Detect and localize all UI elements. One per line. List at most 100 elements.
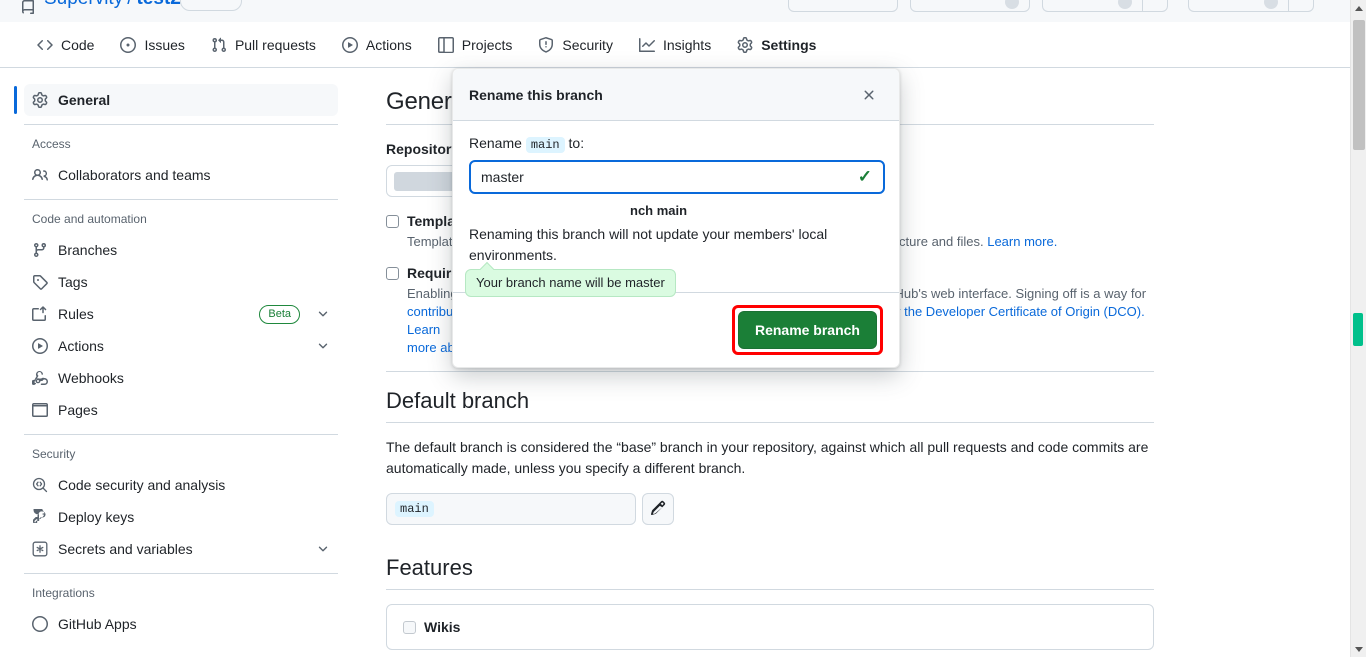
graph-icon (638, 37, 655, 53)
table-icon (437, 36, 454, 53)
chevron-down-icon[interactable] (316, 542, 330, 556)
sidebar-item-tags[interactable]: Tags (24, 266, 338, 298)
rename-branch-field-label: Rename main to: (469, 135, 883, 153)
sidebar-item-actions-label: Actions (58, 338, 104, 354)
rename-branch-submit-button[interactable]: Rename branch (737, 311, 877, 349)
tab-code[interactable]: Code (28, 31, 103, 59)
sidebar-item-collaborators-label: Collaborators and teams (58, 167, 211, 183)
repo-book-icon (20, 0, 36, 14)
repo-name[interactable]: test2 (136, 0, 180, 9)
rename-branch-dialog-title: Rename this branch (469, 86, 603, 103)
sidebar-item-deploy-keys[interactable]: Deploy keys (24, 501, 338, 533)
rename-branch-input[interactable] (469, 160, 885, 194)
default-branch-display: main (386, 493, 636, 525)
sidebar-item-github-apps-label: GitHub Apps (58, 616, 137, 632)
tab-insights-label: Insights (662, 36, 712, 53)
rename-branch-dialog: Rename this branch Rename main to: ✓ You… (452, 68, 900, 368)
page-scrollbar[interactable] (1350, 0, 1366, 657)
tab-projects-label: Projects (461, 36, 513, 53)
scrollbar-thumb[interactable] (1353, 20, 1365, 150)
sidebar-item-general[interactable]: General (14, 84, 338, 116)
rename-branch-button-highlight: Rename branch (731, 305, 883, 355)
signoff-checkbox[interactable] (386, 267, 399, 280)
sidebar-divider (24, 199, 338, 200)
people-icon (32, 167, 48, 183)
scroll-down-arrow[interactable] (1351, 641, 1366, 657)
tab-issues[interactable]: Issues (111, 31, 193, 59)
sidebar-heading-security: Security (32, 447, 76, 461)
watch-button-skeleton[interactable] (910, 0, 1030, 12)
tab-settings[interactable]: Settings (728, 31, 825, 59)
template-learn-more-link[interactable]: Learn more. (987, 234, 1057, 249)
sidebar-item-branches[interactable]: Branches (24, 234, 338, 266)
rename-branch-dialog-header: Rename this branch (453, 69, 899, 121)
tab-projects[interactable]: Projects (429, 31, 522, 59)
webhook-icon (32, 370, 48, 386)
sidebar-item-pages[interactable]: Pages (24, 394, 338, 426)
play-icon (341, 36, 358, 53)
issue-opened-icon (120, 36, 137, 53)
sidebar-item-secrets-label: Secrets and variables (58, 541, 193, 557)
tab-insights[interactable]: Insights (630, 31, 720, 59)
sidebar-divider (24, 573, 338, 574)
rename-branch-note: Renaming this branch will not update you… (469, 226, 828, 263)
triangle-down-icon (1355, 646, 1363, 652)
edit-default-branch-button[interactable] (642, 493, 674, 525)
sidebar-heading-integrations: Integrations (32, 586, 95, 600)
triangle-up-icon (1355, 5, 1363, 11)
tab-security[interactable]: Security (529, 31, 622, 59)
features-card: Wikis (386, 604, 1154, 650)
repo-header: Supervity / test2 (0, 0, 1350, 22)
tag-icon (32, 274, 48, 290)
tab-actions[interactable]: Actions (333, 31, 421, 59)
apps-icon (32, 616, 48, 632)
fork-button-skeleton[interactable] (1042, 0, 1168, 12)
repo-breadcrumb[interactable]: Supervity / test2 (44, 0, 181, 10)
tab-settings-label: Settings (761, 36, 817, 53)
background-occluded-text: nch main (630, 203, 688, 218)
sidebar-item-code-security-and-analysis[interactable]: Code security and analysis (24, 469, 338, 501)
scrollbar-find-marker (1353, 313, 1363, 346)
code-icon (37, 37, 53, 53)
scroll-up-arrow[interactable] (1351, 0, 1366, 16)
template-repository-checkbox[interactable] (386, 215, 399, 228)
repo-owner[interactable]: Supervity (44, 0, 123, 9)
wikis-label: Wikis (424, 619, 461, 635)
feature-wikis-row[interactable]: Wikis (403, 619, 1137, 635)
sidebar-item-webhooks[interactable]: Webhooks (24, 362, 338, 394)
tab-pull-requests[interactable]: Pull requests (202, 31, 325, 59)
repo-nav-tabs: Code Issues Pull requests Actions Projec… (0, 22, 1350, 68)
rename-suffix-text: to: (568, 135, 585, 151)
sidebar-item-deploy-keys-label: Deploy keys (58, 509, 135, 525)
sidebar-item-pages-label: Pages (58, 402, 98, 418)
rules-icon (32, 306, 48, 322)
sidebar-divider (24, 124, 338, 125)
rules-beta-badge: Beta (259, 304, 300, 324)
tab-security-label: Security (562, 36, 613, 53)
features-heading: Features (386, 555, 1154, 590)
tab-code-label: Code (61, 36, 95, 53)
gear-icon (737, 36, 753, 53)
sidebar-item-github-apps[interactable]: GitHub Apps (24, 608, 338, 640)
secrets-icon (32, 541, 48, 557)
sidebar-item-general-label: General (58, 92, 111, 108)
current-branch-chip: main (525, 137, 565, 153)
sidebar-item-webhooks-label: Webhooks (58, 370, 124, 386)
wikis-checkbox[interactable] (403, 620, 416, 634)
sidebar-item-collaborators-and-teams[interactable]: Collaborators and teams (24, 159, 338, 191)
sidebar-item-secrets-and-variables[interactable]: Secrets and variables (24, 533, 338, 565)
pin-button-skeleton[interactable] (788, 0, 898, 12)
sidebar-item-tags-label: Tags (58, 274, 88, 290)
sidebar-item-actions[interactable]: Actions (24, 330, 338, 362)
chevron-down-icon[interactable] (316, 307, 330, 321)
sidebar-heading-code-and-automation: Code and automation (32, 212, 147, 226)
rename-branch-dialog-footer: Rename branch (453, 292, 899, 367)
default-branch-heading: Default branch (386, 388, 1154, 423)
star-button-skeleton[interactable] (1188, 0, 1314, 12)
chevron-down-icon[interactable] (316, 339, 330, 353)
default-branch-description: The default branch is considered the “ba… (386, 439, 1149, 476)
sidebar-item-rules[interactable]: Rules Beta (24, 298, 338, 330)
close-icon[interactable] (855, 81, 883, 109)
pencil-icon (650, 500, 666, 519)
branch-name-preview-tooltip: Your branch name will be master (465, 269, 676, 297)
